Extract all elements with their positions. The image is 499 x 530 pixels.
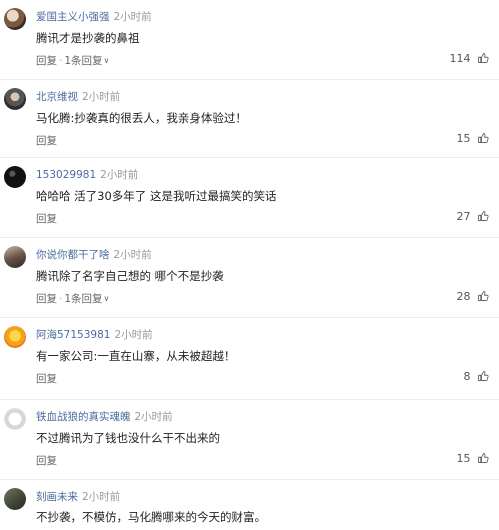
like-button[interactable]: 15 bbox=[457, 132, 490, 145]
comment-meta: 153029981 2小时前 bbox=[36, 167, 138, 182]
view-replies-button[interactable]: 1条回复∨ bbox=[64, 53, 109, 68]
timestamp: 2小时前 bbox=[100, 169, 139, 181]
comment-item: 刻画未来 2小时前 不抄袭，不模仿，马化腾哪来的今天的财富。 bbox=[0, 480, 499, 530]
comment-item: 你说你都干了啥 2小时前 腾讯除了名字自己想的 哪个不是抄袭 回复 · 1条回复∨ 2… bbox=[0, 238, 499, 318]
timestamp: 2小时前 bbox=[134, 411, 173, 423]
comment-text: 哈哈哈 活了30多年了 这是我听过最搞笑的笑话 bbox=[36, 189, 277, 203]
comment-meta: 爱国主义小强强 2小时前 bbox=[36, 9, 152, 24]
username[interactable]: 刻画未来 bbox=[36, 491, 78, 503]
avatar[interactable] bbox=[4, 326, 26, 348]
username[interactable]: 阿海57153981 bbox=[36, 329, 110, 341]
comment-actions: 回复 · 1条回复∨ bbox=[36, 53, 109, 68]
thumbs-up-icon bbox=[478, 291, 489, 301]
thumbs-up-icon bbox=[478, 53, 489, 63]
timestamp: 2小时前 bbox=[113, 249, 152, 261]
like-count: 28 bbox=[456, 290, 471, 303]
avatar[interactable] bbox=[4, 166, 26, 188]
comment-meta: 北京维视 2小时前 bbox=[36, 89, 120, 104]
timestamp: 2小时前 bbox=[114, 329, 153, 341]
username[interactable]: 北京维视 bbox=[36, 91, 78, 103]
avatar[interactable] bbox=[4, 408, 26, 430]
like-button[interactable]: 28 bbox=[457, 290, 490, 303]
thumbs-up-icon bbox=[478, 133, 489, 143]
thumbs-up-icon bbox=[478, 211, 489, 221]
comment-text: 腾讯才是抄袭的鼻祖 bbox=[36, 31, 140, 45]
like-button[interactable]: 8 bbox=[464, 370, 490, 383]
comment-actions: 回复 bbox=[36, 371, 57, 386]
comment-meta: 铁血战狼的真实魂魄 2小时前 bbox=[36, 409, 173, 424]
comment-item: 铁血战狼的真实魂魄 2小时前 不过腾讯为了钱也没什么干不出来的 回复 15 bbox=[0, 400, 499, 480]
comment-item: 阿海57153981 2小时前 有一家公司:一直在山寨，从未被超越！ 回复 8 bbox=[0, 318, 499, 400]
avatar[interactable] bbox=[4, 88, 26, 110]
username[interactable]: 铁血战狼的真实魂魄 bbox=[36, 411, 131, 423]
avatar[interactable] bbox=[4, 488, 26, 510]
separator: · bbox=[59, 55, 63, 67]
separator: · bbox=[59, 293, 63, 305]
like-count: 15 bbox=[456, 452, 471, 465]
avatar[interactable] bbox=[4, 8, 26, 30]
like-count: 8 bbox=[463, 370, 471, 383]
username[interactable]: 你说你都干了啥 bbox=[36, 249, 110, 261]
comment-text: 不抄袭，不模仿，马化腾哪来的今天的财富。 bbox=[36, 510, 266, 524]
chevron-down-icon: ∨ bbox=[103, 56, 110, 65]
view-replies-button[interactable]: 1条回复∨ bbox=[64, 291, 109, 306]
reply-button[interactable]: 回复 bbox=[36, 133, 57, 148]
like-button[interactable]: 27 bbox=[457, 210, 490, 223]
reply-button[interactable]: 回复 bbox=[36, 211, 57, 226]
username[interactable]: 153029981 bbox=[36, 169, 96, 181]
comment-actions: 回复 bbox=[36, 211, 57, 226]
comment-item: 北京维视 2小时前 马化腾:抄袭真的很丢人，我亲身体验过！ 回复 15 bbox=[0, 80, 499, 158]
comment-meta: 阿海57153981 2小时前 bbox=[36, 327, 153, 342]
comment-meta: 你说你都干了啥 2小时前 bbox=[36, 247, 152, 262]
avatar[interactable] bbox=[4, 246, 26, 268]
like-count: 15 bbox=[456, 132, 471, 145]
timestamp: 2小时前 bbox=[82, 91, 121, 103]
reply-count: 1条回复 bbox=[64, 55, 103, 67]
comment-actions: 回复 bbox=[36, 133, 57, 148]
timestamp: 2小时前 bbox=[82, 491, 121, 503]
comment-text: 有一家公司:一直在山寨，从未被超越！ bbox=[36, 349, 236, 363]
like-button[interactable]: 15 bbox=[457, 452, 490, 465]
reply-button[interactable]: 回复 bbox=[36, 371, 57, 386]
timestamp: 2小时前 bbox=[113, 11, 152, 23]
comment-actions: 回复 · 1条回复∨ bbox=[36, 291, 109, 306]
thumbs-up-icon bbox=[478, 371, 489, 381]
reply-button[interactable]: 回复 bbox=[36, 53, 57, 68]
reply-button[interactable]: 回复 bbox=[36, 291, 57, 306]
chevron-down-icon: ∨ bbox=[103, 294, 110, 303]
like-count: 114 bbox=[449, 52, 471, 65]
like-button[interactable]: 114 bbox=[450, 52, 490, 65]
comment-item: 爱国主义小强强 2小时前 腾讯才是抄袭的鼻祖 回复 · 1条回复∨ 114 bbox=[0, 0, 499, 80]
like-count: 27 bbox=[456, 210, 471, 223]
thumbs-up-icon bbox=[478, 453, 489, 463]
reply-button[interactable]: 回复 bbox=[36, 453, 57, 468]
comment-actions: 回复 bbox=[36, 453, 57, 468]
comment-text: 不过腾讯为了钱也没什么干不出来的 bbox=[36, 431, 220, 445]
comment-item: 153029981 2小时前 哈哈哈 活了30多年了 这是我听过最搞笑的笑话 回复… bbox=[0, 158, 499, 238]
reply-count: 1条回复 bbox=[64, 293, 103, 305]
comment-meta: 刻画未来 2小时前 bbox=[36, 489, 120, 504]
comment-text: 腾讯除了名字自己想的 哪个不是抄袭 bbox=[36, 269, 224, 283]
comment-text: 马化腾:抄袭真的很丢人，我亲身体验过！ bbox=[36, 111, 247, 125]
username[interactable]: 爱国主义小强强 bbox=[36, 11, 110, 23]
